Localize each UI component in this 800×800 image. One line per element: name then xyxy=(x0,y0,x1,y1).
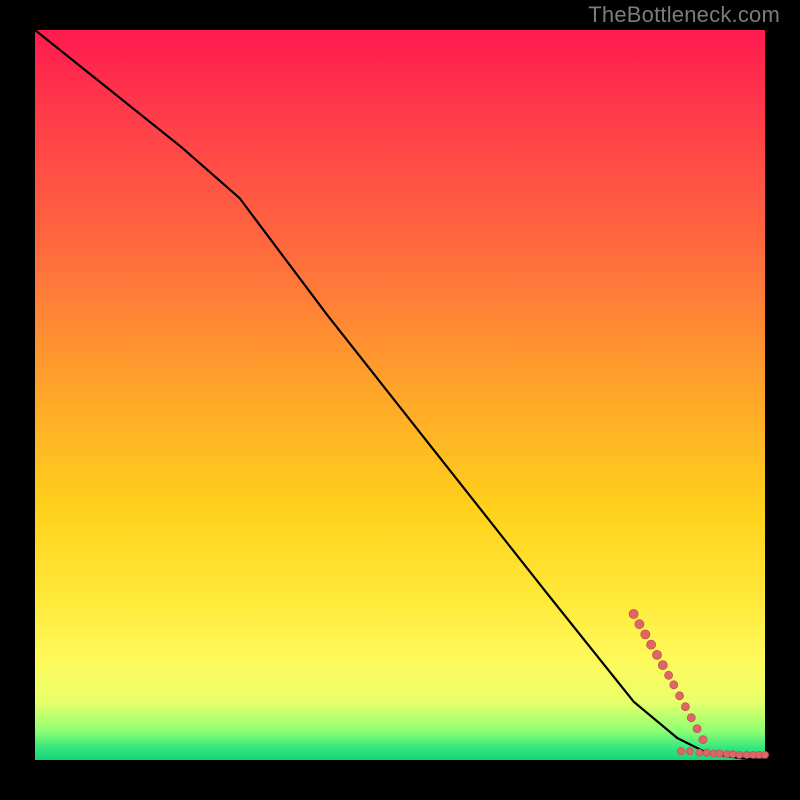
data-point xyxy=(729,751,736,758)
data-point xyxy=(743,751,750,758)
data-point xyxy=(716,750,723,757)
data-point xyxy=(653,650,662,659)
data-point xyxy=(693,725,701,733)
watermark-text: TheBottleneck.com xyxy=(588,2,780,28)
data-point xyxy=(762,751,769,758)
data-point xyxy=(670,681,678,689)
bottleneck-curve xyxy=(35,30,765,759)
data-point xyxy=(635,620,644,629)
chart-stage: TheBottleneck.com xyxy=(0,0,800,800)
data-point xyxy=(736,751,743,758)
data-point xyxy=(641,630,650,639)
data-point xyxy=(687,714,695,722)
data-point xyxy=(686,748,693,755)
data-point xyxy=(676,692,684,700)
data-point xyxy=(658,661,667,670)
data-point xyxy=(681,703,689,711)
data-point xyxy=(703,749,710,756)
data-points xyxy=(629,610,768,759)
data-point xyxy=(699,736,707,744)
data-point xyxy=(678,748,685,755)
data-point xyxy=(696,749,703,756)
data-point xyxy=(629,610,638,619)
data-point xyxy=(665,671,673,679)
plot-overlay xyxy=(35,30,765,760)
data-point xyxy=(647,640,656,649)
